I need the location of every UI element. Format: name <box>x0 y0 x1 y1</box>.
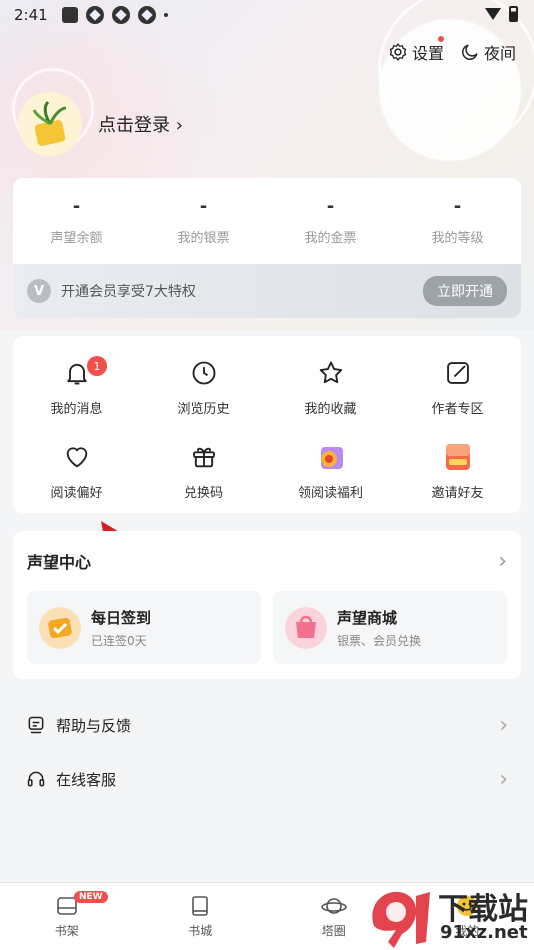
clock-icon <box>187 356 221 390</box>
chevron-right-icon: › <box>498 548 507 574</box>
reputation-title: 声望中心 <box>27 553 92 572</box>
grid-item-history[interactable]: 浏览历史 <box>140 344 267 428</box>
stat-value: - <box>326 196 335 217</box>
settings-red-dot <box>437 36 444 42</box>
more-notifications-icon <box>163 13 168 17</box>
tab-bookshelf[interactable]: NEW 书架 <box>0 883 134 950</box>
chevron-right-icon: › <box>499 712 508 738</box>
feature-grid: 1 我的消息 浏览历史 我的收藏 作者专区 阅读偏好 兑换码 领阅读福利 邀请好… <box>13 336 521 513</box>
reputation-shop-button[interactable]: 声望商城 银票、会员兑换 <box>273 591 507 664</box>
invite-icon <box>441 440 475 474</box>
star-icon <box>314 356 348 390</box>
avatar-plant-icon <box>32 100 67 146</box>
grid-item-label: 作者专区 <box>431 401 484 417</box>
checkin-subtitle: 已连签0天 <box>91 633 147 648</box>
settings-button[interactable]: 设置 <box>388 36 444 64</box>
watermark-domain: 91xz.net <box>440 922 528 943</box>
gift-icon <box>187 440 221 474</box>
stat-value: - <box>199 196 208 217</box>
tab-label: 书架 <box>54 924 79 938</box>
planet-icon <box>320 898 347 914</box>
menu-item-online-service[interactable]: 在线客服 › <box>0 752 534 806</box>
status-time: 2:41 <box>14 6 48 24</box>
gear-icon <box>389 43 407 61</box>
moon-icon <box>462 44 478 60</box>
stat-label: 我的银票 <box>177 231 230 246</box>
tab-label: 书城 <box>188 924 213 938</box>
wifi-icon <box>485 8 501 20</box>
daily-checkin-button[interactable]: 每日签到 已连签0天 <box>27 591 261 664</box>
watermark-logo-icon <box>372 891 430 948</box>
tab-bookstore[interactable]: 书城 <box>134 883 268 950</box>
grid-item-redeem-code[interactable]: 兑换码 <box>140 428 267 512</box>
menu-list: 帮助与反馈 › 在线客服 › <box>0 698 534 806</box>
stat-reputation[interactable]: - 声望余额 <box>13 178 140 264</box>
heart-icon <box>60 440 94 474</box>
menu-item-help-feedback[interactable]: 帮助与反馈 › <box>0 698 534 752</box>
shop-subtitle: 银票、会员兑换 <box>337 633 422 648</box>
login-link[interactable]: 点击登录 › <box>98 111 183 137</box>
stat-value: - <box>453 196 462 217</box>
stat-gold-ticket[interactable]: - 我的金票 <box>267 178 394 264</box>
app-notification-icon <box>111 6 130 24</box>
reputation-center-header[interactable]: 声望中心 › <box>13 531 521 591</box>
message-count-badge: 1 <box>87 356 107 376</box>
status-bar: 2:41 <box>0 0 534 30</box>
new-badge: NEW <box>74 891 108 903</box>
wallet-card: - 声望余额 - 我的银票 - 我的金票 - 我的等级 V 开通会员享受7大特权… <box>13 178 521 318</box>
feedback-icon <box>28 716 44 734</box>
stat-level[interactable]: - 我的等级 <box>394 178 521 264</box>
shop-title: 声望商城 <box>337 608 398 627</box>
grid-item-label: 兑换码 <box>183 485 223 501</box>
grid-item-invite-friends[interactable]: 邀请好友 <box>394 428 521 512</box>
battery-icon <box>509 6 518 22</box>
grid-item-label: 邀请好友 <box>431 485 484 501</box>
grid-item-reading-reward[interactable]: 领阅读福利 <box>267 428 394 512</box>
menu-item-label: 在线客服 <box>56 770 117 789</box>
grid-item-label: 阅读偏好 <box>50 485 103 501</box>
settings-label: 设置 <box>411 44 444 63</box>
grid-item-label: 浏览历史 <box>177 401 230 417</box>
watermark: 下载站 91xz.net <box>366 882 534 950</box>
vip-open-button[interactable]: 立即开通 <box>423 276 507 306</box>
vip-text: 开通会员享受7大特权 <box>61 284 196 300</box>
night-mode-button[interactable]: 夜间 <box>460 40 516 64</box>
grid-item-reading-preference[interactable]: 阅读偏好 <box>13 428 140 512</box>
grid-item-author-zone[interactable]: 作者专区 <box>394 344 521 428</box>
checkin-title: 每日签到 <box>91 608 152 627</box>
night-label: 夜间 <box>483 44 516 63</box>
reputation-center-card: 声望中心 › 每日签到 已连签0天 声望商城 银票、会员兑换 <box>13 531 521 679</box>
stat-value: - <box>72 196 81 217</box>
vip-banner[interactable]: V 开通会员享受7大特权 立即开通 <box>13 264 521 318</box>
grid-item-messages[interactable]: 1 我的消息 <box>13 344 140 428</box>
book-icon <box>192 896 209 916</box>
login-label: 点击登录 <box>98 115 170 136</box>
stat-label: 我的金票 <box>304 231 357 246</box>
notification-icon <box>61 7 78 23</box>
checkin-icon <box>39 606 81 649</box>
edit-icon <box>441 356 475 390</box>
stat-label: 声望余额 <box>50 231 103 246</box>
grid-item-label: 领阅读福利 <box>297 485 363 501</box>
tab-label: 塔圈 <box>321 924 346 938</box>
chevron-right-icon: › <box>499 766 508 792</box>
shopping-bag-icon <box>285 606 327 649</box>
chevron-right-icon: › <box>175 115 183 136</box>
vip-crown-icon: V <box>27 279 51 303</box>
app-notification-icon <box>137 6 156 24</box>
stat-label: 我的等级 <box>431 231 484 246</box>
app-notification-icon <box>85 6 104 24</box>
stat-silver-ticket[interactable]: - 我的银票 <box>140 178 267 264</box>
grid-item-label: 我的收藏 <box>304 401 357 417</box>
menu-item-label: 帮助与反馈 <box>56 716 132 735</box>
grid-item-favorites[interactable]: 我的收藏 <box>267 344 394 428</box>
avatar[interactable] <box>18 92 82 156</box>
reward-icon <box>314 440 348 474</box>
grid-item-label: 我的消息 <box>50 401 103 417</box>
headset-icon <box>27 771 45 787</box>
